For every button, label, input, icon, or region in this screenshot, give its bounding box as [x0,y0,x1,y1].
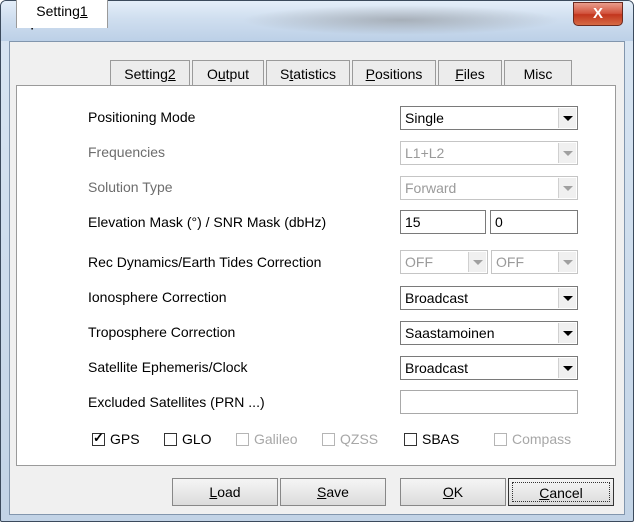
tab-setting1[interactable]: Setting1 [16,0,108,28]
compass-checkbox-label: Compass [512,431,572,447]
save-button[interactable]: Save [280,478,386,506]
ephemeris-label: Satellite Ephemeris/Clock [88,359,248,375]
troposphere-value: Saastamoinen [405,325,495,341]
tab-files[interactable]: Files [438,60,502,87]
chevron-down-icon[interactable] [558,108,576,128]
frequencies-label: Frequencies [88,144,166,160]
checkbox-box[interactable] [92,430,105,446]
positioning-mode-value: Single [405,110,444,126]
focus-rectangle: Cancel [512,482,610,502]
rec-dynamics-select: OFF [400,250,488,274]
ok-label: K [453,484,464,500]
tab-label-post: iles [463,66,485,82]
tab-statistics[interactable]: Statistics [266,60,350,87]
solution-type-select: Forward [400,176,578,200]
ionosphere-select[interactable]: Broadcast [400,286,578,310]
earth-tides-value: OFF [496,254,524,270]
chevron-down-icon[interactable] [558,288,576,308]
ephemeris-value: Broadcast [405,360,469,376]
checkbox-box [322,433,335,446]
ok-accel: O [442,484,454,500]
tab-label-accel: P [365,66,375,82]
rec-dynamics-label: Rec Dynamics/Earth Tides Correction [88,254,322,270]
tab-label-post: ositions [374,66,423,82]
tab-output[interactable]: Output [192,60,264,87]
checkbox-box [236,433,249,446]
tab-label-accel: F [455,66,464,82]
positioning-mode-label: Positioning Mode [88,109,196,125]
frequencies-value: L1+L2 [405,145,445,161]
load-button[interactable]: Load [172,478,278,506]
cancel-button[interactable]: Cancel [508,478,614,506]
cancel-label: ancel [549,485,583,501]
tab-misc[interactable]: Misc [504,60,572,87]
solution-type-value: Forward [405,180,457,196]
chevron-down-icon [558,143,576,163]
checkbox-box [494,433,507,446]
chevron-down-icon [468,252,486,272]
cancel-accel: C [539,485,550,501]
checkbox-box[interactable] [404,433,417,446]
sbas-checkbox-label: SBAS [422,431,460,447]
close-button[interactable]: X [573,2,623,26]
tab-label-pre: Misc [523,66,553,82]
chevron-down-icon [558,252,576,272]
frequencies-select: L1+L2 [400,141,578,165]
save-accel: S [317,484,327,500]
chevron-down-icon[interactable] [558,323,576,343]
title-bar-glass [241,5,561,35]
tab-label-accel: u [217,66,226,82]
galileo-checkbox-label: Galileo [254,431,298,447]
ephemeris-select[interactable]: Broadcast [400,356,578,380]
ok-button[interactable]: OK [400,478,506,506]
troposphere-select[interactable]: Saastamoinen [400,321,578,345]
qzss-checkbox-label: QZSS [340,431,379,447]
gps-checkbox-label: GPS [110,431,140,447]
tab-label-post: tput [225,66,250,82]
tab-label-pre: O [206,66,218,82]
ionosphere-value: Broadcast [405,290,469,306]
excluded-satellites-label: Excluded Satellites (PRN ...) [88,394,265,410]
elevation-mask-label: Elevation Mask (°) / SNR Mask (dbHz) [88,214,327,230]
tab-label-accel: 2 [167,66,176,82]
load-label: oad [217,484,241,500]
tab-positions[interactable]: Positions [352,60,436,87]
earth-tides-select: OFF [491,250,578,274]
elevation-mask-input[interactable]: 15 [400,210,486,234]
tab-label-pre: S [279,66,290,82]
chevron-down-icon [558,178,576,198]
save-label: ave [326,484,349,500]
positioning-mode-select[interactable]: Single [400,106,578,130]
tab-label-accel: 1 [79,3,88,19]
tab-label-pre: Setting [36,3,80,19]
close-icon: X [592,5,603,22]
ionosphere-label: Ionosphere Correction [88,289,227,305]
solution-type-label: Solution Type [88,179,173,195]
tab-setting2[interactable]: Setting2 [110,60,190,87]
tab-label-pre: Setting [124,66,168,82]
chevron-down-icon[interactable] [558,358,576,378]
glo-checkbox-label: GLO [182,431,212,447]
excluded-satellites-input[interactable] [400,390,578,414]
tab-label-post: atistics [293,66,337,82]
button-row: Load Save OK Cancel [16,474,616,510]
troposphere-label: Troposphere Correction [88,324,236,340]
checkbox-box[interactable] [164,433,177,446]
snr-mask-input[interactable]: 0 [490,210,578,234]
rec-dynamics-value: OFF [405,254,433,270]
